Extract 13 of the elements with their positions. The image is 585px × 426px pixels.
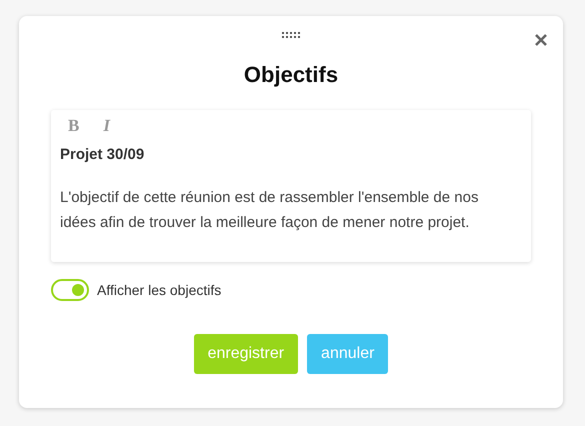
close-icon	[535, 34, 547, 46]
drag-handle-icon[interactable]	[282, 32, 300, 38]
save-button[interactable]: enregistrer	[194, 334, 298, 374]
bold-button[interactable]: B	[66, 116, 82, 136]
toggle-label: Afficher les objectifs	[97, 282, 222, 298]
dialog-title: Objectifs	[242, 62, 340, 88]
cancel-button[interactable]: annuler	[307, 334, 388, 374]
toggle-switch[interactable]	[51, 279, 89, 301]
italic-button[interactable]: I	[101, 116, 112, 136]
close-button[interactable]	[535, 34, 547, 46]
editor-heading: Projet 30/09	[60, 146, 146, 163]
editor-paragraph: L'objectif de cette réunion est de rassembler l'ensemble de nos idées afin de trouver la meilleure façon de mener notre projet.	[60, 188, 480, 233]
text-editor[interactable]: B I Projet 30/09 L'objectif de cette réunion est de rassembler l'ensemble de nos idées afin de trouver la meilleure façon de mener notre projet.	[51, 110, 531, 262]
